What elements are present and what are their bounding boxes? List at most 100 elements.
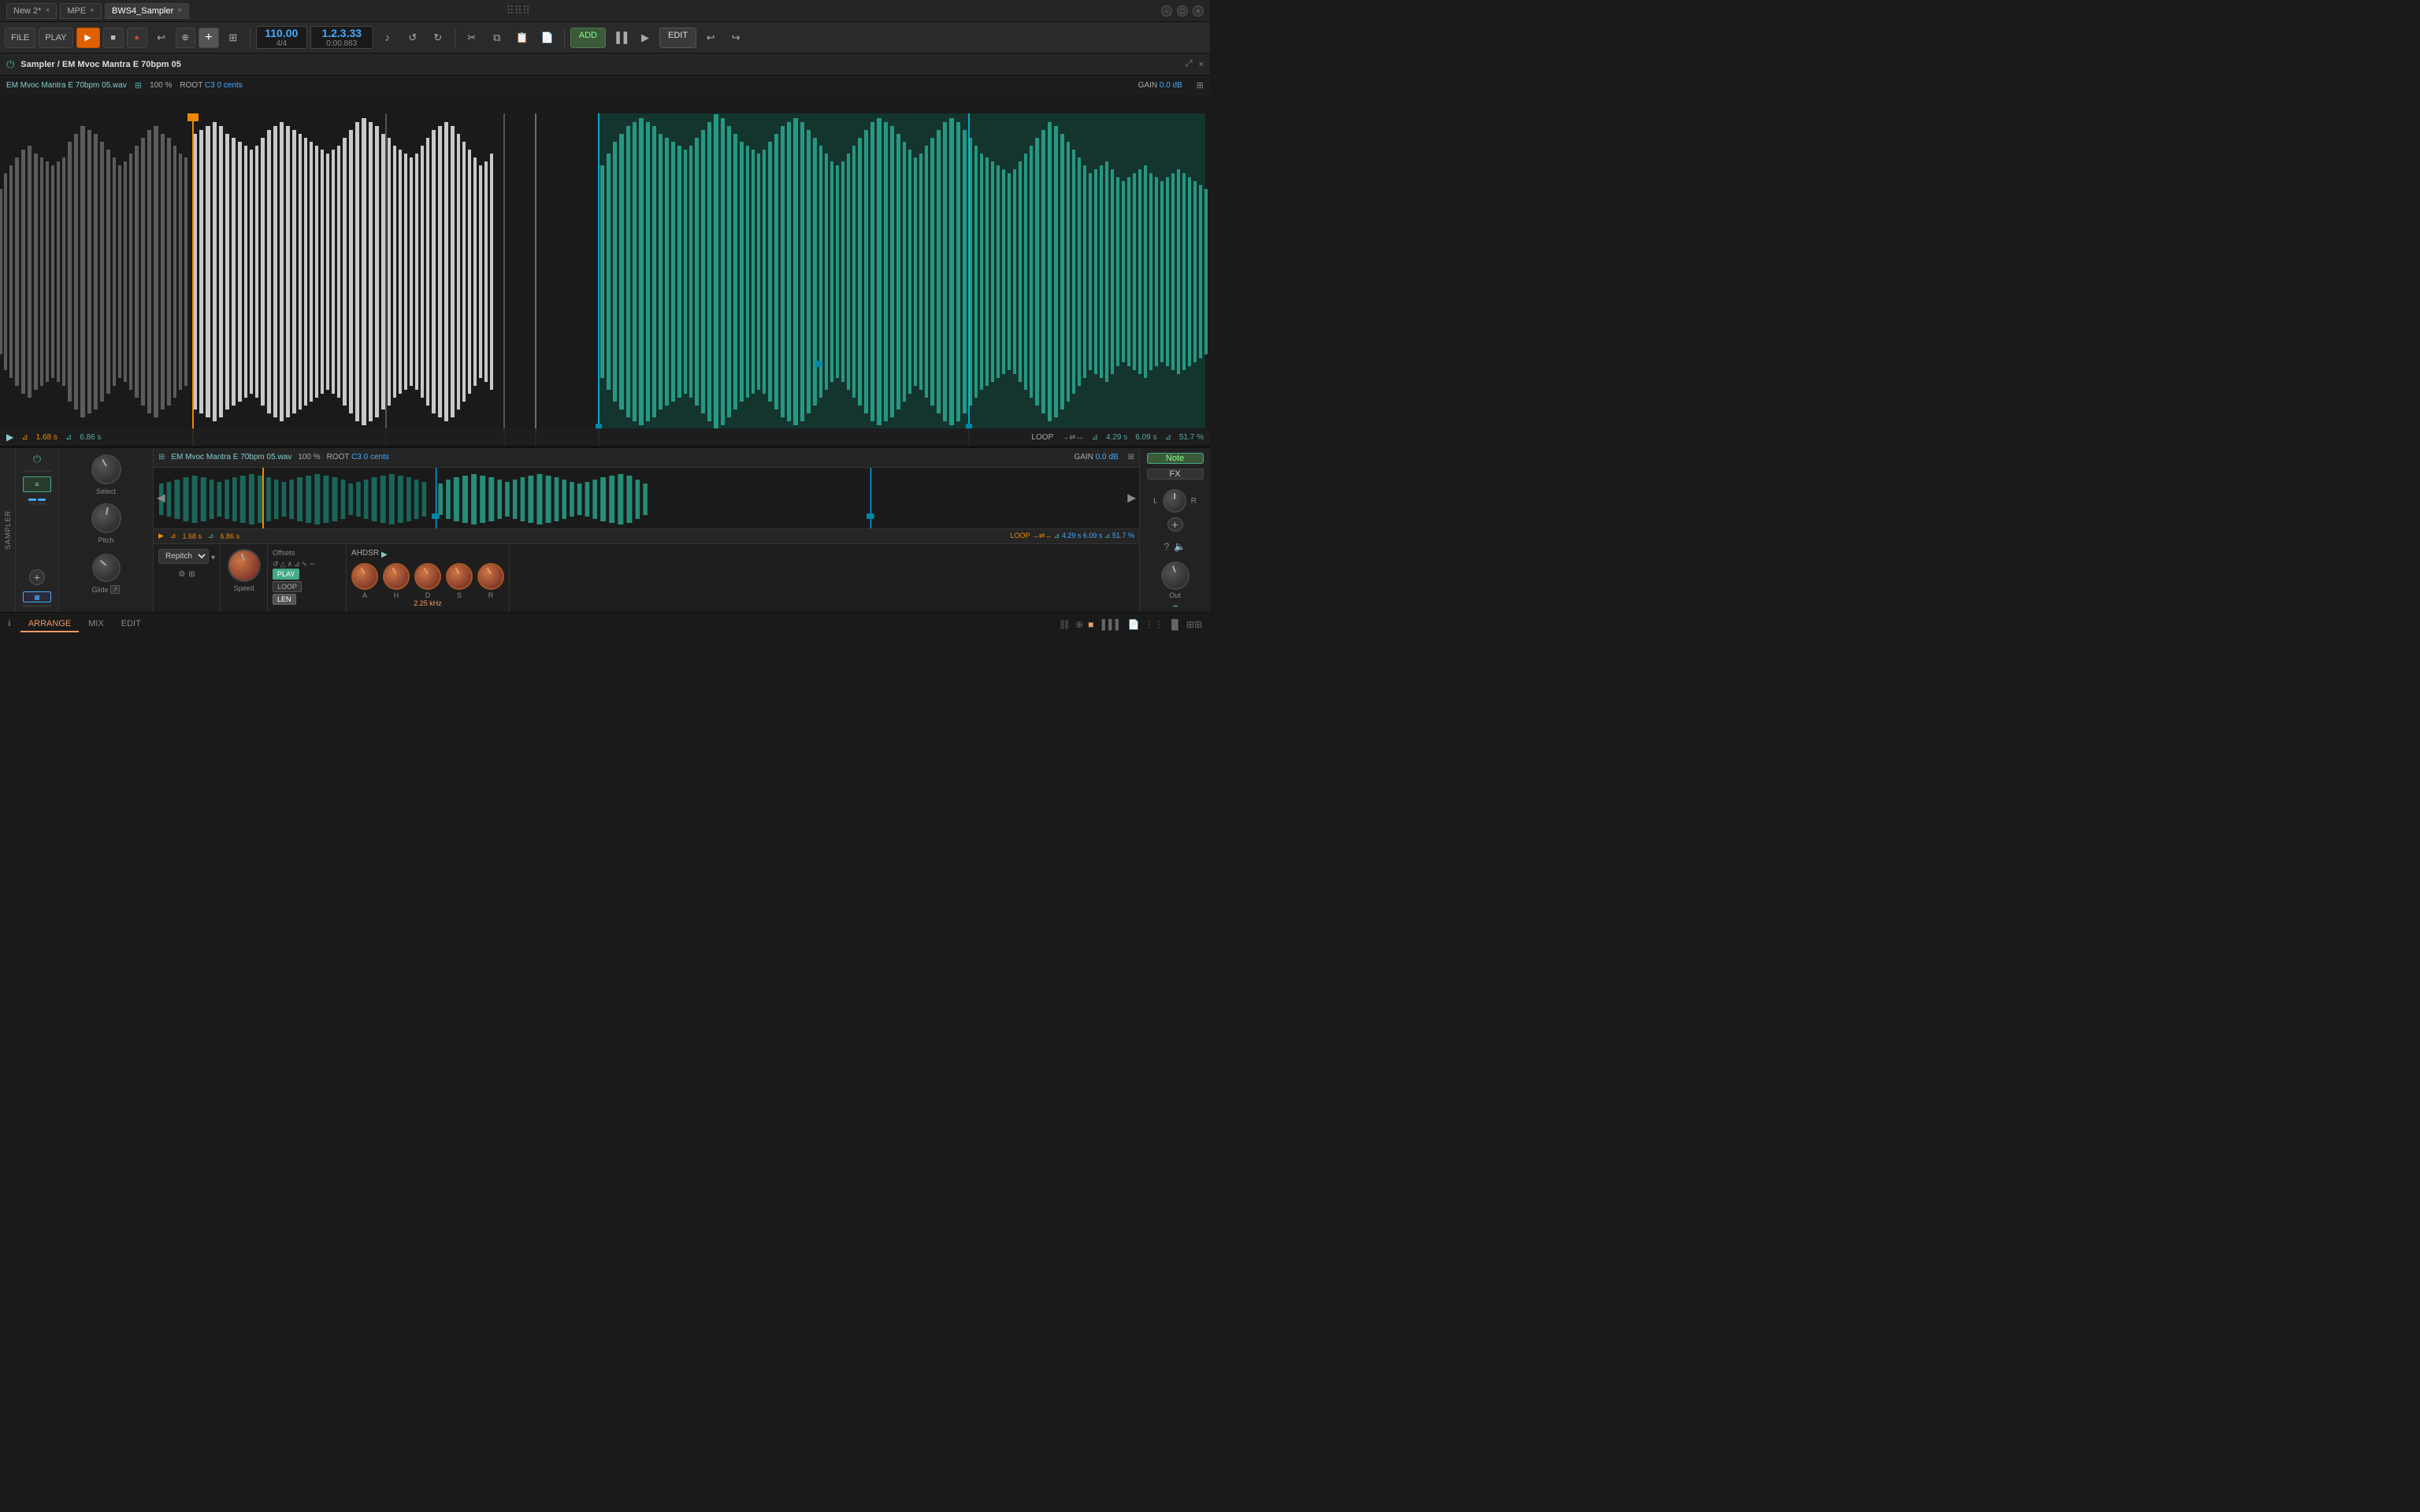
- add-button[interactable]: +: [199, 28, 219, 48]
- nav-icon[interactable]: ▐▌: [1168, 619, 1182, 630]
- mini-loop-start: 4.29 s: [1062, 532, 1082, 539]
- loop-icon4[interactable]: ⊿: [294, 560, 300, 569]
- stop-button[interactable]: ■: [103, 28, 124, 48]
- pattern-button[interactable]: ⊞: [222, 28, 244, 48]
- tab-mpe-close[interactable]: ×: [90, 6, 95, 15]
- loop-icon5[interactable]: ∿: [302, 560, 308, 569]
- smh-expand-icon[interactable]: ⊞: [1128, 453, 1134, 461]
- env-knob-D-ctrl[interactable]: [414, 563, 441, 590]
- loop-offset-btn[interactable]: LOOP: [273, 581, 302, 592]
- loop-icon3[interactable]: ∧: [288, 560, 293, 569]
- settings-icon[interactable]: ⋮⋮: [1145, 619, 1164, 630]
- speed-knob[interactable]: [228, 549, 261, 582]
- q-icon[interactable]: ?: [1164, 541, 1170, 552]
- ahdsr-expand-icon[interactable]: ▶: [381, 550, 388, 559]
- loop-mode-icon1[interactable]: ⚙: [178, 570, 185, 579]
- out-section: Out: [1161, 561, 1190, 599]
- node-icon[interactable]: ⊕: [1075, 619, 1083, 630]
- maximize-button[interactable]: □: [1177, 6, 1188, 17]
- len-offset-btn[interactable]: LEN: [273, 594, 296, 605]
- mix-tab[interactable]: MIX: [80, 617, 112, 632]
- glide-knob[interactable]: [92, 554, 121, 582]
- link-icon[interactable]: ⛓: [1059, 619, 1071, 630]
- play-offset-btn[interactable]: PLAY: [273, 569, 299, 580]
- loop-mode-icon2[interactable]: ⊞: [188, 570, 195, 579]
- pitch-knob-label: Pitch: [98, 536, 113, 544]
- redo-button[interactable]: ↻: [427, 28, 449, 48]
- env-knob-R-ctrl[interactable]: [477, 563, 504, 590]
- tracks-icon[interactable]: ⊞⊞: [1186, 619, 1202, 630]
- tab-new2-label: New 2*: [13, 6, 41, 16]
- forward-button[interactable]: ↪: [725, 28, 747, 48]
- divider: [23, 470, 51, 472]
- transport-button[interactable]: ▶: [634, 28, 656, 48]
- fx-button[interactable]: FX: [1147, 469, 1204, 480]
- loop-icon2[interactable]: △: [280, 560, 286, 569]
- select-knob[interactable]: [91, 454, 121, 484]
- add-track-button[interactable]: ADD: [570, 28, 606, 48]
- overdub-button[interactable]: ⊕: [176, 28, 195, 48]
- color-icon[interactable]: ■: [1088, 619, 1093, 630]
- power-icon[interactable]: ⏻: [6, 58, 14, 71]
- cut-button[interactable]: ✂: [461, 28, 483, 48]
- edit-tab[interactable]: EDIT: [113, 617, 149, 632]
- undo-button[interactable]: ↺: [402, 28, 424, 48]
- tab-new2-close[interactable]: ×: [45, 6, 50, 15]
- add-sampler-button[interactable]: +: [29, 569, 45, 585]
- arrange-tab[interactable]: ARRANGE: [20, 617, 79, 632]
- position-display[interactable]: 1.2.3.33 0:00.863: [314, 27, 369, 48]
- play-label-button[interactable]: PLAY: [39, 28, 72, 48]
- env-knob-S-ctrl[interactable]: [446, 563, 473, 590]
- bars-icon[interactable]: ▐▐▐: [1098, 619, 1119, 630]
- offsets-title: Offsets: [273, 549, 341, 557]
- out-knob[interactable]: [1161, 561, 1190, 590]
- note-button[interactable]: Note: [1147, 453, 1204, 464]
- loop-icon6[interactable]: ∼: [309, 560, 315, 569]
- waveform-play-btn[interactable]: ▶: [6, 432, 13, 443]
- close-button[interactable]: ×: [1193, 6, 1204, 17]
- play-button[interactable]: ▶: [76, 28, 100, 48]
- close-sampler-icon[interactable]: ×: [1199, 60, 1204, 69]
- wf-prev-button[interactable]: ◀: [157, 491, 165, 505]
- record-button[interactable]: ●: [127, 28, 147, 48]
- select-knob-label: Select: [96, 487, 116, 495]
- grid-icon[interactable]: ⊞: [1197, 80, 1204, 91]
- loop-icon1[interactable]: ↺: [273, 560, 279, 569]
- tab-mpe[interactable]: MPE ×: [60, 3, 102, 19]
- mini-graph-icon[interactable]: ▦: [23, 591, 51, 602]
- waveform-container[interactable]: EM Mvoc Mantra E 70bpm 05.wav ⊞ 100 % RO…: [0, 76, 1210, 446]
- info-icon[interactable]: ℹ: [8, 620, 11, 628]
- loop-button[interactable]: ↩: [150, 28, 173, 48]
- mini-play-btn[interactable]: ▶: [158, 532, 164, 540]
- lr-knob[interactable]: [1163, 489, 1186, 513]
- pitch-knob[interactable]: [91, 503, 121, 533]
- paste-special-button[interactable]: 📄: [536, 28, 559, 48]
- speaker-icon[interactable]: 🔈: [1174, 541, 1186, 552]
- minimize-button[interactable]: –: [1161, 6, 1172, 17]
- sampler-power-icon[interactable]: ⏻: [33, 453, 41, 465]
- copy-button[interactable]: ⧉: [486, 28, 508, 48]
- file-icon[interactable]: 📄: [1128, 619, 1140, 630]
- add-channel-button[interactable]: +: [1167, 517, 1183, 532]
- tempo-display[interactable]: 110.00 4/4: [260, 27, 303, 48]
- env-knob-H-ctrl[interactable]: [383, 563, 410, 590]
- wf-next-button[interactable]: ▶: [1127, 491, 1136, 505]
- edit-button[interactable]: EDIT: [659, 28, 696, 48]
- select-knob-group: Select: [91, 454, 121, 495]
- metronome-button[interactable]: ♪: [377, 28, 399, 48]
- bottom-nav-icons: ⛓ ⊕ ■ ▐▐▐ 📄 ⋮⋮ ▐▌ ⊞⊞: [1059, 619, 1202, 630]
- back-button[interactable]: ↩: [700, 28, 722, 48]
- sampler-mini-btn1[interactable]: ≡: [23, 476, 51, 492]
- paste-button[interactable]: 📋: [511, 28, 533, 48]
- tab-bws4-close[interactable]: ×: [177, 6, 182, 15]
- bars-button[interactable]: ▐▐: [609, 28, 631, 48]
- file-button[interactable]: FILE: [5, 28, 35, 48]
- glide-mode-icon[interactable]: ↗: [110, 585, 121, 594]
- mini-waveform[interactable]: ◀ ▶: [154, 468, 1139, 528]
- expand-icon[interactable]: ⤢: [1186, 59, 1193, 69]
- env-knob-A-ctrl[interactable]: [351, 563, 378, 590]
- repitch-select[interactable]: Repitch Stretch: [158, 549, 209, 564]
- wf-filename: EM Mvoc Mantra E 70bpm 05.wav: [6, 81, 127, 90]
- tab-bws4[interactable]: BWS4_Sampler ×: [105, 3, 189, 19]
- tab-new2[interactable]: New 2* ×: [6, 3, 57, 19]
